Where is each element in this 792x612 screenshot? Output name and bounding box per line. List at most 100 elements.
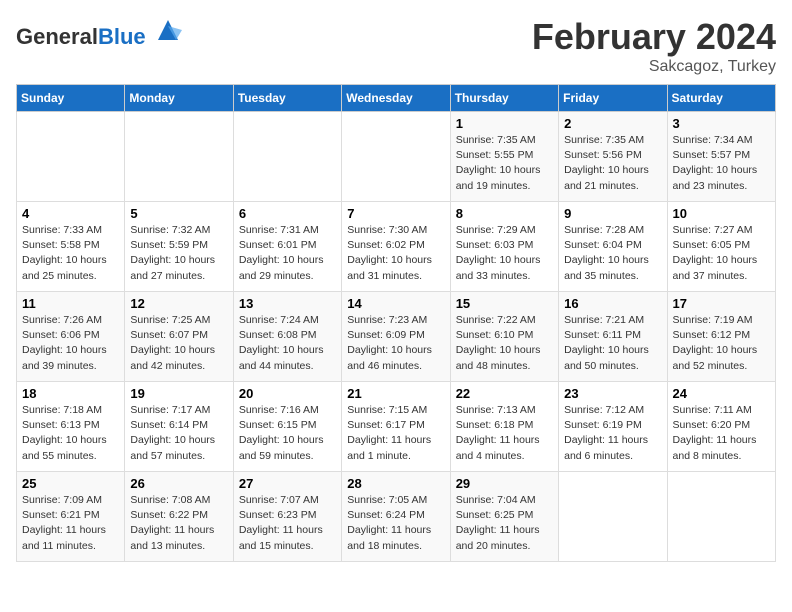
day-number: 26 bbox=[130, 476, 227, 491]
calendar-week-row: 1 Sunrise: 7:35 AM Sunset: 5:55 PM Daylig… bbox=[17, 112, 776, 202]
day-number: 19 bbox=[130, 386, 227, 401]
day-number: 24 bbox=[673, 386, 770, 401]
day-number: 22 bbox=[456, 386, 553, 401]
calendar-cell: 26 Sunrise: 7:08 AM Sunset: 6:22 PM Dayli… bbox=[125, 472, 233, 562]
day-number: 18 bbox=[22, 386, 119, 401]
day-info: Sunrise: 7:26 AM Sunset: 6:06 PM Dayligh… bbox=[22, 313, 119, 374]
day-number: 28 bbox=[347, 476, 444, 491]
calendar-table: SundayMondayTuesdayWednesdayThursdayFrid… bbox=[16, 84, 776, 562]
day-number: 3 bbox=[673, 116, 770, 131]
day-number: 23 bbox=[564, 386, 661, 401]
day-info: Sunrise: 7:31 AM Sunset: 6:01 PM Dayligh… bbox=[239, 223, 336, 284]
calendar-cell: 19 Sunrise: 7:17 AM Sunset: 6:14 PM Dayli… bbox=[125, 382, 233, 472]
calendar-cell: 18 Sunrise: 7:18 AM Sunset: 6:13 PM Dayli… bbox=[17, 382, 125, 472]
day-info: Sunrise: 7:13 AM Sunset: 6:18 PM Dayligh… bbox=[456, 403, 553, 464]
day-number: 4 bbox=[22, 206, 119, 221]
calendar-week-row: 25 Sunrise: 7:09 AM Sunset: 6:21 PM Dayli… bbox=[17, 472, 776, 562]
calendar-cell: 13Sunrise: 7:24 AM Sunset: 6:08 PM Dayli… bbox=[233, 292, 341, 382]
day-info: Sunrise: 7:27 AM Sunset: 6:05 PM Dayligh… bbox=[673, 223, 770, 284]
col-header-monday: Monday bbox=[125, 85, 233, 112]
calendar-cell: 1 Sunrise: 7:35 AM Sunset: 5:55 PM Daylig… bbox=[450, 112, 558, 202]
logo-general-text: General bbox=[16, 24, 98, 49]
day-number: 8 bbox=[456, 206, 553, 221]
calendar-cell: 23 Sunrise: 7:12 AM Sunset: 6:19 PM Dayli… bbox=[559, 382, 667, 472]
col-header-thursday: Thursday bbox=[450, 85, 558, 112]
location-text: Sakcagoz, Turkey bbox=[532, 58, 776, 76]
calendar-cell: 21 Sunrise: 7:15 AM Sunset: 6:17 PM Dayli… bbox=[342, 382, 450, 472]
day-info: Sunrise: 7:19 AM Sunset: 6:12 PM Dayligh… bbox=[673, 313, 770, 374]
calendar-cell: 11 Sunrise: 7:26 AM Sunset: 6:06 PM Dayli… bbox=[17, 292, 125, 382]
day-number: 7 bbox=[347, 206, 444, 221]
day-info: Sunrise: 7:22 AM Sunset: 6:10 PM Dayligh… bbox=[456, 313, 553, 374]
day-number: 25 bbox=[22, 476, 119, 491]
day-info: Sunrise: 7:08 AM Sunset: 6:22 PM Dayligh… bbox=[130, 493, 227, 554]
day-info: Sunrise: 7:21 AM Sunset: 6:11 PM Dayligh… bbox=[564, 313, 661, 374]
day-number: 1 bbox=[456, 116, 553, 131]
calendar-cell: 3 Sunrise: 7:34 AM Sunset: 5:57 PM Daylig… bbox=[667, 112, 775, 202]
calendar-cell: 2Sunrise: 7:35 AM Sunset: 5:56 PM Daylig… bbox=[559, 112, 667, 202]
calendar-cell: 12 Sunrise: 7:25 AM Sunset: 6:07 PM Dayli… bbox=[125, 292, 233, 382]
calendar-cell: 5 Sunrise: 7:32 AM Sunset: 5:59 PM Daylig… bbox=[125, 202, 233, 292]
calendar-cell: 8 Sunrise: 7:29 AM Sunset: 6:03 PM Daylig… bbox=[450, 202, 558, 292]
logo-blue-text: Blue bbox=[98, 24, 146, 49]
calendar-cell: 24Sunrise: 7:11 AM Sunset: 6:20 PM Dayli… bbox=[667, 382, 775, 472]
day-number: 2 bbox=[564, 116, 661, 131]
day-number: 5 bbox=[130, 206, 227, 221]
calendar-cell bbox=[17, 112, 125, 202]
calendar-cell: 6 Sunrise: 7:31 AM Sunset: 6:01 PM Daylig… bbox=[233, 202, 341, 292]
col-header-saturday: Saturday bbox=[667, 85, 775, 112]
day-info: Sunrise: 7:07 AM Sunset: 6:23 PM Dayligh… bbox=[239, 493, 336, 554]
day-info: Sunrise: 7:29 AM Sunset: 6:03 PM Dayligh… bbox=[456, 223, 553, 284]
day-number: 10 bbox=[673, 206, 770, 221]
day-number: 17 bbox=[673, 296, 770, 311]
day-number: 29 bbox=[456, 476, 553, 491]
day-info: Sunrise: 7:05 AM Sunset: 6:24 PM Dayligh… bbox=[347, 493, 444, 554]
day-number: 20 bbox=[239, 386, 336, 401]
logo-icon bbox=[154, 16, 182, 44]
calendar-cell: 14 Sunrise: 7:23 AM Sunset: 6:09 PM Dayli… bbox=[342, 292, 450, 382]
day-info: Sunrise: 7:24 AM Sunset: 6:08 PM Dayligh… bbox=[239, 313, 336, 374]
day-info: Sunrise: 7:17 AM Sunset: 6:14 PM Dayligh… bbox=[130, 403, 227, 464]
col-header-tuesday: Tuesday bbox=[233, 85, 341, 112]
month-title: February 2024 bbox=[532, 16, 776, 58]
day-info: Sunrise: 7:33 AM Sunset: 5:58 PM Dayligh… bbox=[22, 223, 119, 284]
day-info: Sunrise: 7:15 AM Sunset: 6:17 PM Dayligh… bbox=[347, 403, 444, 464]
day-info: Sunrise: 7:25 AM Sunset: 6:07 PM Dayligh… bbox=[130, 313, 227, 374]
day-info: Sunrise: 7:18 AM Sunset: 6:13 PM Dayligh… bbox=[22, 403, 119, 464]
calendar-cell bbox=[125, 112, 233, 202]
day-info: Sunrise: 7:09 AM Sunset: 6:21 PM Dayligh… bbox=[22, 493, 119, 554]
title-section: February 2024 Sakcagoz, Turkey bbox=[532, 16, 776, 76]
col-header-wednesday: Wednesday bbox=[342, 85, 450, 112]
calendar-cell: 25 Sunrise: 7:09 AM Sunset: 6:21 PM Dayli… bbox=[17, 472, 125, 562]
calendar-cell: 7 Sunrise: 7:30 AM Sunset: 6:02 PM Daylig… bbox=[342, 202, 450, 292]
day-number: 16 bbox=[564, 296, 661, 311]
page-header: GeneralBlue February 2024 Sakcagoz, Turk… bbox=[16, 16, 776, 76]
calendar-cell bbox=[559, 472, 667, 562]
day-number: 21 bbox=[347, 386, 444, 401]
col-header-friday: Friday bbox=[559, 85, 667, 112]
day-info: Sunrise: 7:32 AM Sunset: 5:59 PM Dayligh… bbox=[130, 223, 227, 284]
calendar-cell: 10 Sunrise: 7:27 AM Sunset: 6:05 PM Dayli… bbox=[667, 202, 775, 292]
day-number: 11 bbox=[22, 296, 119, 311]
calendar-cell bbox=[342, 112, 450, 202]
day-info: Sunrise: 7:35 AM Sunset: 5:55 PM Dayligh… bbox=[456, 133, 553, 194]
calendar-cell: 4 Sunrise: 7:33 AM Sunset: 5:58 PM Daylig… bbox=[17, 202, 125, 292]
calendar-cell bbox=[233, 112, 341, 202]
day-number: 14 bbox=[347, 296, 444, 311]
day-info: Sunrise: 7:23 AM Sunset: 6:09 PM Dayligh… bbox=[347, 313, 444, 374]
day-info: Sunrise: 7:04 AM Sunset: 6:25 PM Dayligh… bbox=[456, 493, 553, 554]
calendar-cell bbox=[667, 472, 775, 562]
calendar-cell: 9Sunrise: 7:28 AM Sunset: 6:04 PM Daylig… bbox=[559, 202, 667, 292]
calendar-cell: 20Sunrise: 7:16 AM Sunset: 6:15 PM Dayli… bbox=[233, 382, 341, 472]
day-number: 12 bbox=[130, 296, 227, 311]
day-number: 9 bbox=[564, 206, 661, 221]
day-number: 15 bbox=[456, 296, 553, 311]
day-info: Sunrise: 7:12 AM Sunset: 6:19 PM Dayligh… bbox=[564, 403, 661, 464]
calendar-cell: 22 Sunrise: 7:13 AM Sunset: 6:18 PM Dayli… bbox=[450, 382, 558, 472]
day-info: Sunrise: 7:34 AM Sunset: 5:57 PM Dayligh… bbox=[673, 133, 770, 194]
calendar-cell: 15 Sunrise: 7:22 AM Sunset: 6:10 PM Dayli… bbox=[450, 292, 558, 382]
day-number: 6 bbox=[239, 206, 336, 221]
calendar-cell: 28 Sunrise: 7:05 AM Sunset: 6:24 PM Dayli… bbox=[342, 472, 450, 562]
calendar-cell: 16 Sunrise: 7:21 AM Sunset: 6:11 PM Dayli… bbox=[559, 292, 667, 382]
day-info: Sunrise: 7:30 AM Sunset: 6:02 PM Dayligh… bbox=[347, 223, 444, 284]
